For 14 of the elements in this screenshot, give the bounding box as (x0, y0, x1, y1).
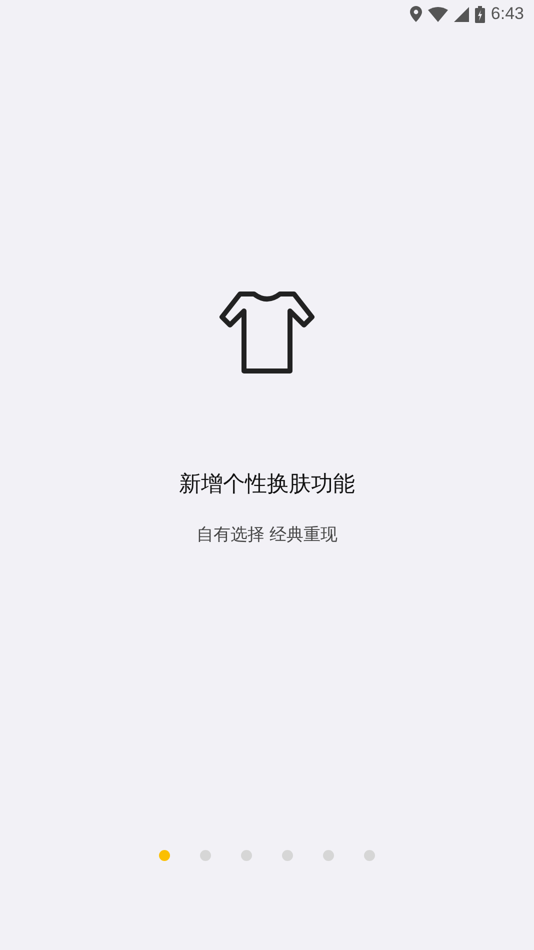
status-time: 6:43 (490, 4, 524, 24)
page-indicator-dot[interactable] (282, 850, 293, 861)
feature-title: 新增个性换肤功能 (179, 471, 355, 499)
feature-subtitle: 自有选择 经典重现 (196, 524, 338, 546)
page-indicator-dot[interactable] (241, 850, 252, 861)
wifi-icon (428, 6, 448, 22)
page-indicator-dot[interactable] (200, 850, 211, 861)
t-shirt-icon (218, 289, 316, 375)
battery-icon (474, 6, 485, 22)
page-indicator-dot[interactable] (159, 850, 170, 861)
signal-icon (454, 6, 469, 22)
page-indicator-dot[interactable] (364, 850, 375, 861)
page-indicator-dot[interactable] (323, 850, 334, 861)
location-icon (410, 6, 422, 22)
